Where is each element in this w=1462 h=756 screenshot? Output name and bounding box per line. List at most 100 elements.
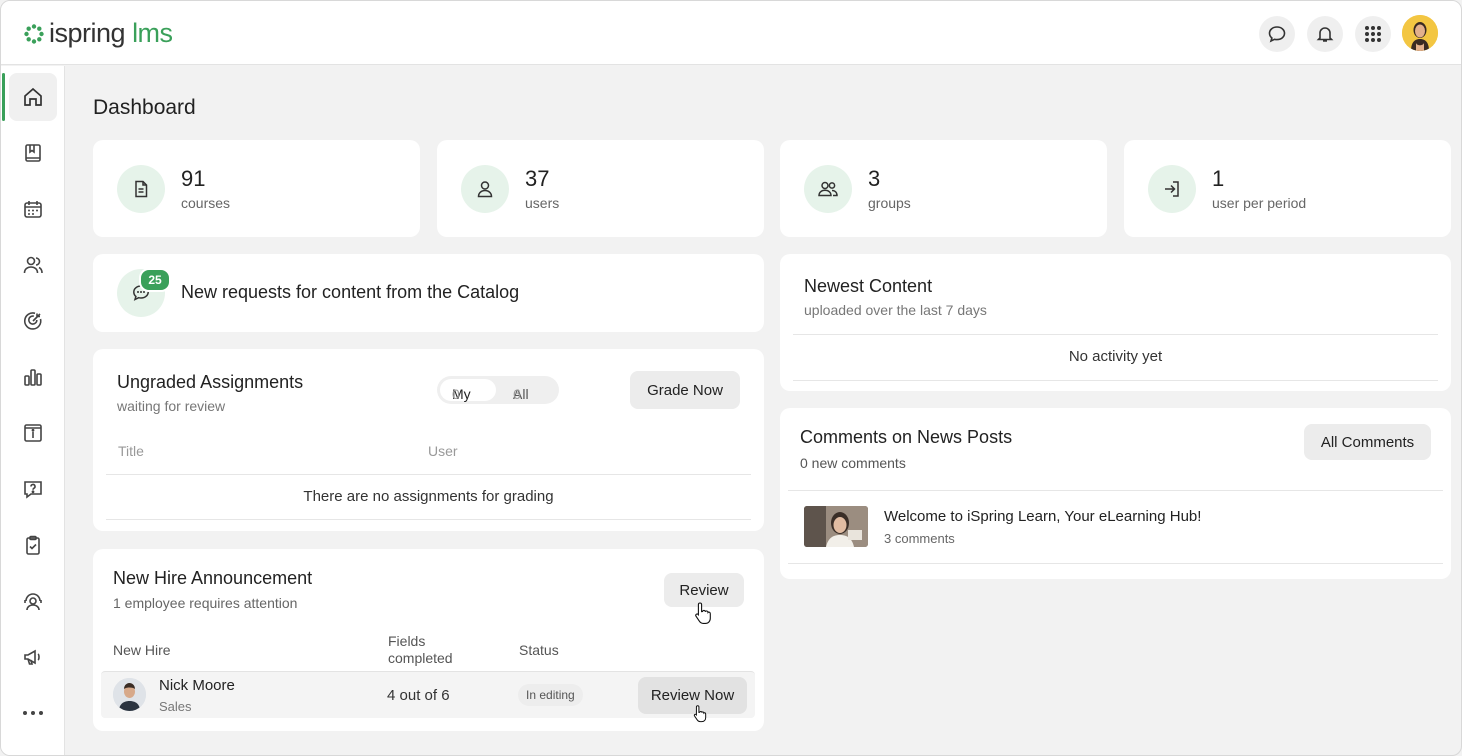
sidebar-item-announcements[interactable]: [9, 633, 57, 681]
table-row[interactable]: Nick Moore Sales 4 out of 6 In editing R…: [101, 671, 755, 718]
grade-now-button[interactable]: Grade Now: [630, 371, 740, 409]
more-icon: [23, 711, 43, 715]
stat-card-user-per-period[interactable]: 1 user per period: [1124, 140, 1451, 237]
book-icon: [25, 144, 41, 162]
stat-card-groups[interactable]: 3 groups: [780, 140, 1107, 237]
ungraded-title: Ungraded Assignments: [117, 372, 304, 392]
sidebar-item-home[interactable]: [2, 73, 57, 121]
notifications-button[interactable]: [1307, 16, 1343, 52]
help-icon: [24, 481, 42, 499]
photo-thumbnail-icon: [804, 506, 868, 547]
sidebar-item-info[interactable]: [9, 409, 57, 457]
stat-value: 1: [1212, 166, 1225, 191]
news-post-title[interactable]: Welcome to iSpring Learn, Your eLearning…: [884, 508, 1201, 525]
column-user[interactable]: User: [428, 443, 458, 459]
column-fields-completed[interactable]: Fields completed: [388, 633, 453, 667]
newest-content-card: Newest Content uploaded over the last 7 …: [780, 254, 1451, 391]
stat-value: 91: [181, 166, 206, 191]
sidebar: [1, 66, 65, 755]
users-icon: [23, 256, 43, 274]
apps-button[interactable]: [1355, 16, 1391, 52]
new-hire-card: New Hire Announcement 1 employee require…: [93, 549, 764, 731]
new-hire-department: Sales: [159, 699, 192, 714]
news-post-comment-count: 3 comments: [884, 531, 955, 546]
stat-label: user per period: [1212, 195, 1307, 211]
news-post-thumbnail[interactable]: [804, 506, 868, 547]
stat-icon-wrap: [1148, 165, 1196, 213]
stat-label: users: [525, 195, 560, 211]
new-hire-subtitle: 1 employee requires attention: [113, 595, 298, 611]
top-bar: ispring lms: [1, 1, 1461, 65]
sidebar-item-reports[interactable]: [9, 353, 57, 401]
clipboard-check-icon: [26, 535, 40, 555]
apps-grid-icon: [1365, 26, 1381, 42]
login-icon: [1165, 181, 1179, 197]
sidebar-item-help[interactable]: [9, 465, 57, 513]
calendar-icon: [24, 201, 42, 218]
new-hire-title: New Hire Announcement: [113, 568, 313, 588]
user-icon: [477, 181, 493, 198]
home-icon: [24, 87, 42, 106]
new-hire-avatar: [113, 678, 146, 711]
chart-icon: [24, 369, 42, 386]
table-divider: [106, 519, 751, 520]
stat-icon-wrap: [461, 165, 509, 213]
sidebar-item-more[interactable]: [9, 689, 57, 737]
group-icon: [818, 181, 838, 197]
column-title[interactable]: Title: [118, 443, 144, 459]
comments-title: Comments on News Posts: [800, 427, 1013, 447]
all-comments-button[interactable]: All Comments: [1304, 424, 1431, 460]
sidebar-item-library[interactable]: [9, 129, 57, 177]
sidebar-item-calendar[interactable]: [9, 185, 57, 233]
catalog-requests-title: New requests for content from the Catalo…: [181, 282, 520, 302]
ungraded-empty-message: There are no assignments for grading: [303, 488, 554, 505]
column-status[interactable]: Status: [519, 642, 559, 659]
newest-content-subtitle: uploaded over the last 7 days: [804, 302, 987, 318]
divider: [788, 563, 1443, 564]
stat-value: 3: [868, 166, 881, 191]
newest-content-title: Newest Content: [804, 276, 933, 296]
assignments-filter-toggle: My 0 All 6: [437, 376, 559, 404]
info-board-icon: [24, 424, 42, 442]
chat-button[interactable]: [1259, 16, 1295, 52]
avatar-portrait-icon: [1402, 15, 1438, 51]
table-divider: [106, 474, 751, 475]
stat-label: groups: [868, 195, 911, 211]
target-icon: [23, 312, 42, 330]
divider: [793, 380, 1438, 381]
sidebar-item-support[interactable]: [9, 577, 57, 625]
stat-card-courses[interactable]: 91 courses: [93, 140, 420, 237]
ispring-logo[interactable]: ispring lms: [23, 18, 173, 49]
divider: [793, 334, 1438, 335]
stat-card-users[interactable]: 37 users: [437, 140, 764, 237]
megaphone-icon: [24, 649, 40, 665]
catalog-requests-badge: 25: [139, 268, 171, 292]
stat-icon-wrap: [804, 165, 852, 213]
sidebar-item-goals[interactable]: [9, 297, 57, 345]
comments-card: Comments on News Posts 0 new comments Al…: [780, 408, 1451, 579]
divider: [788, 490, 1443, 491]
catalog-requests-card[interactable]: New requests for content from the Catalo…: [93, 254, 764, 332]
new-hire-name: Nick Moore: [159, 677, 235, 694]
newest-content-empty: No activity yet: [1068, 348, 1163, 365]
sidebar-item-users[interactable]: [9, 241, 57, 289]
fields-completed-value: 4 out of 6: [387, 687, 450, 704]
person-photo-icon: [113, 678, 146, 711]
logo-text: ispring lms: [49, 18, 173, 48]
app-window: ispring lms Dashboard 91 courses 37 user…: [0, 0, 1462, 756]
hand-cursor-icon: [695, 602, 711, 624]
bell-icon: [1316, 27, 1334, 42]
support-agent-icon: [24, 593, 42, 611]
stat-icon-wrap: [117, 165, 165, 213]
page-title: Dashboard: [93, 96, 196, 119]
ungraded-assignments-card: Ungraded Assignments waiting for review …: [93, 349, 764, 531]
sidebar-item-assignments[interactable]: [9, 521, 57, 569]
user-avatar[interactable]: [1402, 15, 1438, 51]
stat-label: courses: [181, 195, 231, 211]
column-new-hire[interactable]: New Hire: [113, 642, 171, 659]
document-icon: [135, 180, 148, 198]
logo-flower-icon: [24, 23, 44, 44]
comments-subtitle: 0 new comments: [800, 455, 906, 471]
stat-value: 37: [525, 166, 550, 191]
hand-cursor-icon: [693, 705, 707, 723]
